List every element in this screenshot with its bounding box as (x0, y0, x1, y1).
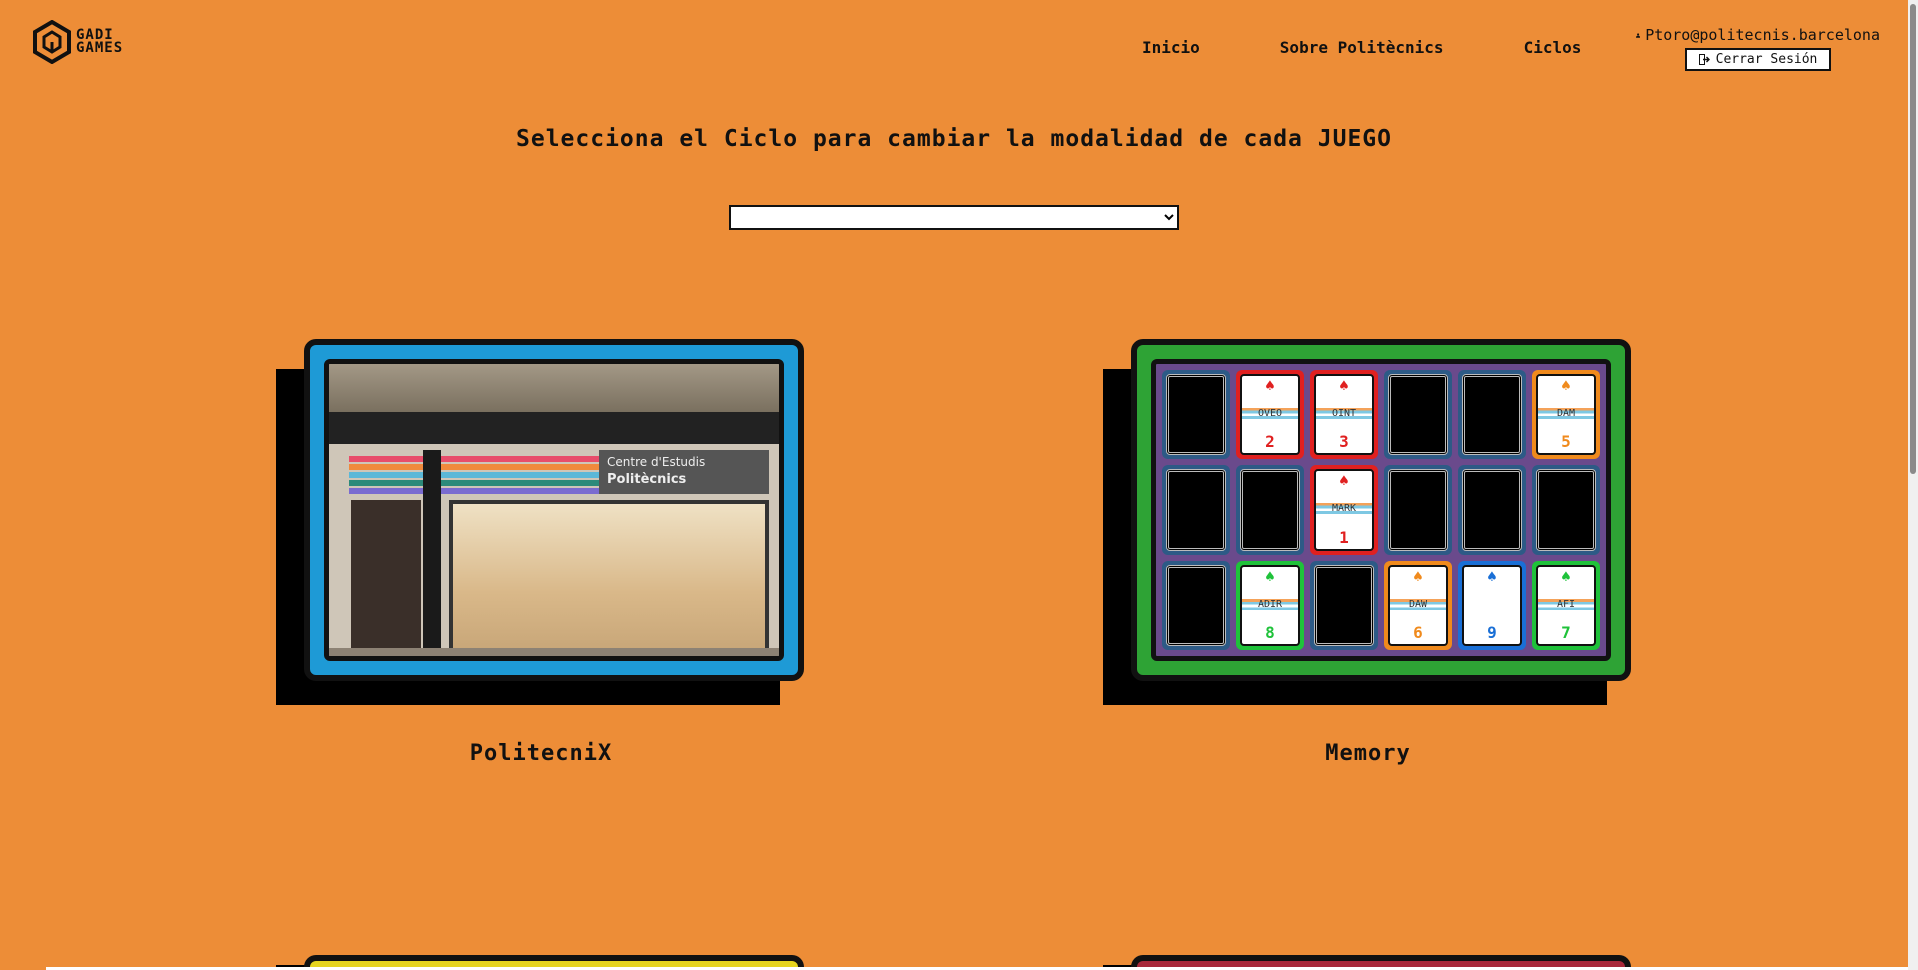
card-number: 3 (1339, 432, 1349, 452)
spade-icon: ♠ (1339, 376, 1349, 395)
card-code: DAW (1390, 598, 1446, 610)
spade-icon: ♠ (1561, 376, 1571, 395)
game-frame: Centre d'Estudis Politècnics (304, 339, 804, 681)
card-number: 9 (1487, 623, 1497, 642)
logout-button[interactable]: Cerrar Sesión (1684, 48, 1832, 71)
memory-card-face-down (1462, 469, 1522, 551)
memory-card-face-down (1166, 564, 1226, 646)
memory-card-face-down (1388, 374, 1448, 456)
memory-cell: ♠ DAM 5 (1532, 370, 1600, 460)
memory-card-face-down (1536, 469, 1596, 551)
main-nav: Inicio Sobre Politècnics Ciclos (1142, 38, 1661, 57)
page-heading: Selecciona el Ciclo para cambiar la moda… (516, 126, 1392, 152)
store-sign-line2: Politècnics (607, 472, 687, 487)
memory-card-face-up: ♠ DAM 5 (1536, 374, 1596, 456)
memory-card-face-down (1388, 469, 1448, 551)
memory-card-face-down (1240, 469, 1300, 551)
card-number: 2 (1265, 432, 1275, 452)
memory-cell (1162, 465, 1230, 555)
memory-cell (1458, 370, 1526, 460)
memory-card-face-up: ♠ OINT 3 (1314, 374, 1374, 456)
cube-logo-icon (33, 20, 71, 64)
sign-out-icon (1698, 54, 1710, 65)
memory-cell: ♠ 9 (1458, 560, 1526, 650)
card-code: AFI (1538, 598, 1594, 610)
memory-cell (1458, 465, 1526, 555)
memory-cell: ♠ AFI 7 (1532, 560, 1600, 650)
nav-sobre-politecnics[interactable]: Sobre Politècnics (1280, 38, 1444, 57)
nav-ciclos[interactable]: Ciclos (1524, 38, 1582, 57)
memory-image[interactable]: ♠ OVEO 2 ♠ OINT 3 ♠ DAM 5 ♠ MARK 1 ♠ ADIR 8 ♠ DAW 6 ♠ 9 ♠ AFI… (1151, 359, 1611, 661)
game-title[interactable]: Memory (1103, 741, 1633, 766)
memory-card-face-up: ♠ MARK 1 (1314, 469, 1374, 551)
memory-card-face-up: ♠ 9 (1462, 564, 1522, 646)
spade-icon: ♠ (1413, 566, 1423, 586)
logo-text: GADI GAMES (76, 28, 124, 56)
memory-card-face-down (1314, 564, 1374, 646)
memory-cell: ♠ DAW 6 (1384, 560, 1452, 650)
game-card-memory[interactable]: ♠ OVEO 2 ♠ OINT 3 ♠ DAM 5 ♠ MARK 1 ♠ ADIR 8 ♠ DAW 6 ♠ 9 ♠ AFI… (1103, 339, 1633, 779)
nav-inicio[interactable]: Inicio (1142, 38, 1200, 57)
spade-icon: ♠ (1487, 566, 1497, 586)
memory-grid: ♠ OVEO 2 ♠ OINT 3 ♠ DAM 5 ♠ MARK 1 ♠ ADIR 8 ♠ DAW 6 ♠ 9 ♠ AFI… (1162, 370, 1600, 650)
card-code: OVEO (1242, 408, 1298, 420)
spade-icon: ♠ (1265, 566, 1275, 586)
memory-cell: ♠ MARK 1 (1310, 465, 1378, 555)
store-sign: Centre d'Estudis Politècnics (599, 450, 769, 494)
spade-icon: ♠ (1561, 566, 1571, 586)
card-code: ADIR (1242, 598, 1298, 610)
card-number: 7 (1561, 623, 1571, 642)
memory-card-face-up: ♠ OVEO 2 (1240, 374, 1300, 456)
memory-cell: ♠ ADIR 8 (1236, 560, 1304, 650)
cycle-select[interactable] (729, 205, 1179, 230)
spade-icon: ♠ (1339, 471, 1349, 491)
scrollbar[interactable] (1908, 0, 1918, 970)
memory-cell (1236, 465, 1304, 555)
memory-cell: ♠ OINT 3 (1310, 370, 1378, 460)
card-number: 5 (1561, 432, 1571, 452)
card-code: MARK (1316, 503, 1372, 515)
gadi-games-logo[interactable]: GADI GAMES (32, 20, 123, 64)
game-frame: ♠ OVEO 2 ♠ OINT 3 ♠ DAM 5 ♠ MARK 1 ♠ ADIR 8 ♠ DAW 6 ♠ 9 ♠ AFI… (1131, 339, 1631, 681)
card-code: DAM (1538, 408, 1594, 420)
memory-cell (1384, 370, 1452, 460)
card-number: 1 (1339, 527, 1349, 547)
politecnix-image[interactable]: Centre d'Estudis Politècnics (324, 359, 784, 661)
user-icon (1636, 32, 1641, 38)
page: GADI GAMES Inicio Sobre Politècnics Cicl… (0, 0, 1918, 970)
logout-label: Cerrar Sesión (1715, 52, 1818, 67)
card-number: 6 (1413, 623, 1423, 642)
memory-cell (1162, 370, 1230, 460)
card-code: OINT (1316, 408, 1372, 420)
memory-cell (1532, 465, 1600, 555)
memory-card-face-up: ♠ DAW 6 (1388, 564, 1448, 646)
memory-card-face-down (1166, 374, 1226, 456)
user-box: Ptoro@politecnis.barcelona Cerrar Sesión (1636, 26, 1880, 71)
memory-cell (1384, 465, 1452, 555)
memory-cell (1310, 560, 1378, 650)
memory-card-face-down (1166, 469, 1226, 551)
memory-card-face-up: ♠ AFI 7 (1536, 564, 1596, 646)
scrollbar-thumb[interactable] (1910, 4, 1916, 474)
memory-cell: ♠ OVEO 2 (1236, 370, 1304, 460)
memory-card-face-down (1462, 374, 1522, 456)
store-sign-line1: Centre d'Estudis (607, 455, 706, 469)
memory-cell (1162, 560, 1230, 650)
card-number: 8 (1265, 623, 1275, 642)
spade-icon: ♠ (1265, 376, 1275, 395)
user-info: Ptoro@politecnis.barcelona (1636, 26, 1880, 44)
user-email: Ptoro@politecnis.barcelona (1645, 26, 1880, 44)
logo-text-line2: GAMES (76, 40, 124, 56)
game-title[interactable]: PolitecniX (276, 741, 806, 766)
memory-card-face-up: ♠ ADIR 8 (1240, 564, 1300, 646)
game-card-politecnix[interactable]: Centre d'Estudis Politècnics PolitecniX (276, 339, 806, 779)
rainbow-stripes (349, 456, 599, 496)
